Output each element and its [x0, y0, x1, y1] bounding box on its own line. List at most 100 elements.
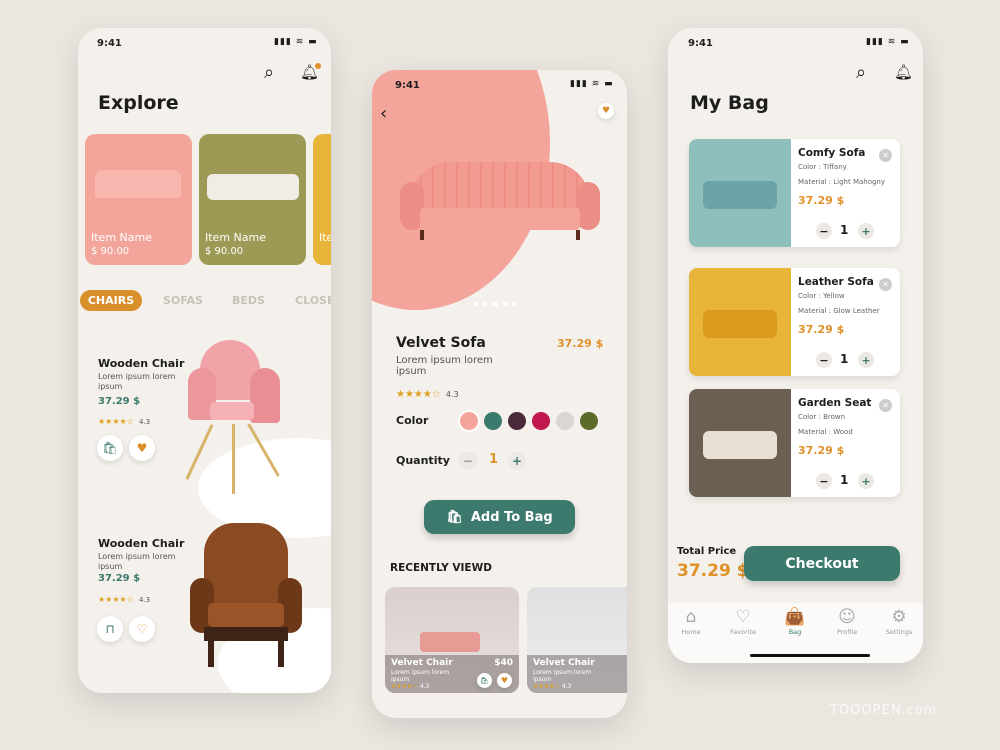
featured-price: $ 90.00: [91, 246, 130, 257]
bag-item: Comfy Sofa Color : Tiffany Material : Li…: [689, 139, 900, 247]
nav-label: Profile: [836, 628, 858, 636]
featured-card[interactable]: Item Name: [313, 134, 331, 265]
increase-quantity-button[interactable]: +: [508, 452, 526, 470]
recent-name: Velvet Chair: [391, 658, 453, 668]
watermark: TOOOPEN.com: [830, 703, 938, 718]
color-swatch[interactable]: [460, 412, 478, 430]
bag-outline-icon: ⊓: [105, 622, 115, 636]
carousel-dots[interactable]: [474, 301, 516, 307]
decrease-quantity-button[interactable]: −: [459, 452, 477, 470]
item-material: Material : Light Mahogny: [798, 178, 886, 186]
nav-bag[interactable]: 👜 Bag: [770, 606, 820, 636]
item-color: Color : Brown: [798, 413, 846, 421]
tab-chairs[interactable]: CHAIRS: [80, 290, 142, 311]
favorite-button[interactable]: ♥: [598, 103, 614, 119]
favorite-button[interactable]: ♡: [129, 616, 155, 642]
product-image: [689, 139, 791, 247]
recent-rating: ★★★★☆ 4.3: [533, 683, 572, 690]
product-rating: ★★★★☆ 4.3: [98, 417, 151, 426]
remove-item-button[interactable]: ✕: [879, 399, 892, 412]
recent-price: $40: [494, 658, 513, 668]
bag-icon: 🛍︎: [480, 676, 489, 685]
nav-label: Settings: [885, 628, 913, 636]
color-swatch[interactable]: [484, 412, 502, 430]
status-time: 9:41: [395, 80, 420, 91]
profile-icon: ☺: [838, 607, 856, 627]
featured-card[interactable]: Item Name $ 90.00: [85, 134, 192, 265]
increase-quantity-button[interactable]: +: [858, 473, 874, 489]
tab-closets[interactable]: CLOSETS: [295, 294, 331, 307]
nav-label: Home: [681, 628, 701, 636]
add-to-bag-button[interactable]: 🛍︎ Add To Bag: [424, 500, 575, 534]
item-name: Comfy Sofa: [798, 147, 866, 159]
add-to-bag-button[interactable]: 🛍︎: [97, 435, 123, 461]
increase-quantity-button[interactable]: +: [858, 352, 874, 368]
item-name: Garden Seat: [798, 397, 872, 409]
product-title: Wooden Chair: [98, 537, 185, 550]
featured-card[interactable]: Item Name $ 90.00: [199, 134, 306, 265]
decrease-quantity-button[interactable]: −: [816, 473, 832, 489]
bag-item: Garden Seat Color : Brown Material : Woo…: [689, 389, 900, 497]
featured-name: Item Name: [319, 231, 331, 244]
color-swatch[interactable]: [580, 412, 598, 430]
search-icon[interactable]: ⌕: [856, 62, 866, 83]
page-title: Explore: [98, 92, 179, 114]
product-title: Velvet Sofa: [396, 335, 486, 351]
color-swatches: [460, 412, 598, 430]
decrease-quantity-button[interactable]: −: [816, 223, 832, 239]
product-price: 37.29 $: [98, 396, 141, 407]
tab-beds[interactable]: BEDS: [232, 294, 265, 307]
page-title: My Bag: [690, 92, 769, 114]
remove-item-button[interactable]: ✕: [879, 278, 892, 291]
decrease-quantity-button[interactable]: −: [816, 352, 832, 368]
home-icon: ⌂: [685, 607, 697, 627]
color-swatch[interactable]: [556, 412, 574, 430]
increase-quantity-button[interactable]: +: [858, 223, 874, 239]
bag-icon: 🛍︎: [446, 509, 463, 525]
recent-rating: ★★★★☆ 4.3: [391, 683, 430, 690]
nav-profile[interactable]: ☺ Profile: [822, 606, 872, 636]
search-icon[interactable]: ⌕: [264, 62, 274, 83]
heart-icon: ♥: [601, 106, 611, 116]
product-title: Wooden Chair: [98, 357, 185, 370]
pink-chair-image: [185, 340, 283, 494]
status-time: 9:41: [688, 38, 713, 49]
product-price: 37.29 $: [557, 337, 604, 350]
product-desc: Lorem ipsum lorem ipsum: [396, 355, 493, 377]
checkout-button[interactable]: Checkout: [744, 546, 900, 581]
bell-icon[interactable]: 🔔︎: [894, 63, 913, 81]
product-detail-screen: 9:41 ▮▮▮ ≋ ▬ ‹ ♥ Velvet Sofa 37.29 $ Lor…: [372, 70, 627, 718]
item-price: 37.29 $: [798, 323, 845, 336]
status-icons: ▮▮▮ ≋ ▬: [866, 37, 910, 47]
total-price: 37.29 $: [677, 561, 749, 581]
back-icon[interactable]: ‹: [380, 103, 387, 124]
tab-sofas[interactable]: SOFAS: [163, 294, 203, 307]
sofa-image: [207, 174, 299, 200]
bell-icon[interactable]: 🔔︎: [300, 63, 322, 81]
nav-favorite[interactable]: ♡ Favorite: [718, 606, 768, 636]
featured-name: Item Name: [205, 231, 266, 244]
remove-item-button[interactable]: ✕: [879, 149, 892, 162]
bag-icon: 🛍︎: [102, 441, 118, 455]
status-icons: ▮▮▮ ≋ ▬: [274, 37, 318, 47]
sofa-image: [95, 170, 181, 198]
recent-desc: Lorem ipsum lorem ipsum: [391, 669, 450, 683]
favorite-button[interactable]: ♥: [497, 673, 512, 688]
recent-name: Velvet Chair: [533, 658, 595, 668]
color-swatch[interactable]: [532, 412, 550, 430]
product-desc: Lorem ipsum lorem ipsum: [98, 552, 176, 571]
bag-button[interactable]: 🛍︎: [477, 673, 492, 688]
add-to-bag-label: Add To Bag: [470, 509, 553, 525]
leather-chair-image: [190, 523, 302, 668]
favorite-button[interactable]: ♥: [129, 435, 155, 461]
home-indicator: [750, 654, 870, 657]
recent-card[interactable]: Velvet Chair Lorem ipsum lorem ipsum ★★★…: [527, 587, 627, 693]
add-to-bag-button[interactable]: ⊓: [97, 616, 123, 642]
nav-settings[interactable]: ⚙ Settings: [874, 606, 924, 636]
color-swatch[interactable]: [508, 412, 526, 430]
favorite-icon: ♡: [735, 607, 751, 627]
recent-card[interactable]: Velvet Chair $40 Lorem ipsum lorem ipsum…: [385, 587, 519, 693]
nav-home[interactable]: ⌂ Home: [666, 606, 716, 636]
item-material: Material : Glow Leather: [798, 307, 880, 315]
settings-icon: ⚙: [891, 607, 907, 627]
